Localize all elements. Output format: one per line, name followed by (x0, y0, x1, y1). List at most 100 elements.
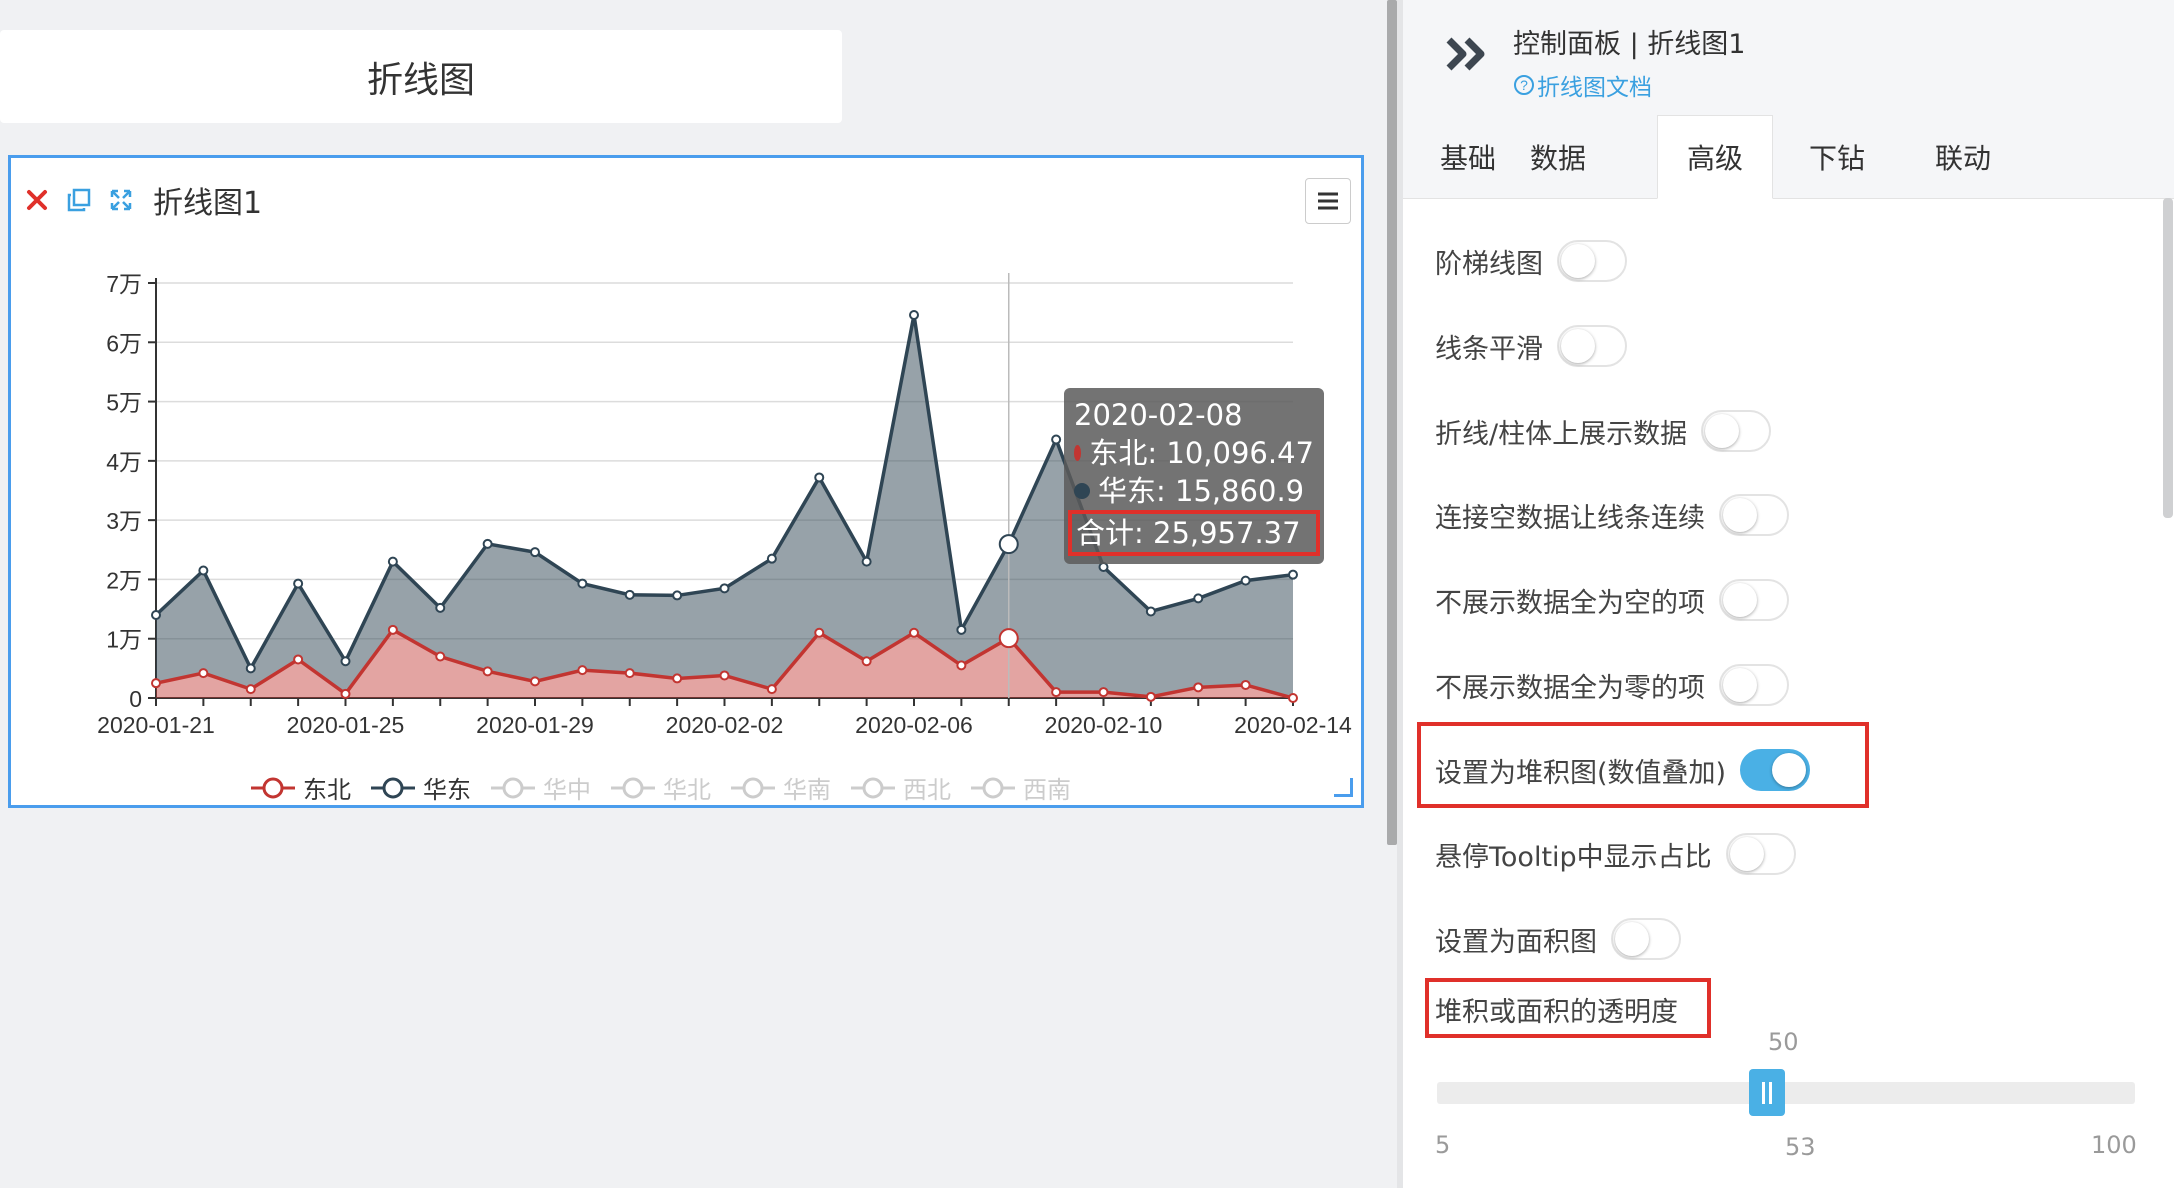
tab-label: 数据 (1529, 141, 1586, 175)
data-point-dongbei (293, 654, 304, 665)
setting-show-data-labels: 折线/柱体上展示数据 (1435, 410, 1772, 452)
data-point-dongbei (766, 684, 777, 695)
step-line-toggle[interactable] (1557, 240, 1627, 282)
connect-nulls-toggle[interactable] (1719, 494, 1789, 536)
setting-step-line: 阶梯线图 (1435, 240, 1627, 282)
data-point-dongbei (245, 684, 256, 695)
x-tick-label: 2020-02-02 (666, 712, 784, 738)
data-point-dongbei (435, 651, 446, 662)
data-point-huadong (814, 472, 825, 483)
y-tick-label: 4万 (106, 449, 142, 475)
data-point-dongbei (387, 624, 398, 635)
tooltip-dongbei-value: 东北: 10,096.47 (1089, 436, 1314, 470)
setting-hide-zero: 不展示数据全为零的项 (1435, 664, 1789, 706)
tooltip-row-huadong: 华东: 15,860.9 (1074, 472, 1314, 510)
data-point-huadong (482, 538, 493, 549)
area-toggle[interactable] (1611, 918, 1681, 960)
tab-drilldown[interactable]: 下钻 (1787, 115, 1887, 198)
setting-label: 阶梯线图 (1435, 248, 1543, 280)
canvas-area: 折线图 折线图1 0 1万 2万 3万 4万 5万 6万 7万 2020-01-21 2020-0… (0, 0, 1392, 1188)
data-point-huadong (1288, 569, 1298, 580)
data-point-huadong (861, 556, 872, 567)
resize-handle[interactable] (1334, 778, 1353, 797)
y-tick-label: 3万 (106, 508, 142, 534)
show-data-labels-toggle[interactable] (1701, 410, 1772, 452)
tab-basic[interactable]: 基础 (1423, 115, 1513, 198)
data-point-huadong (956, 624, 967, 635)
panel-title: 控制面板 | 折线图1 (1513, 29, 1746, 60)
chart-tooltip: 2020-02-08 东北: 10,096.47 华东: 15,860.9 合计… (1064, 388, 1324, 564)
opacity-slider-handle[interactable] (1749, 1069, 1785, 1116)
data-point-huadong (577, 578, 588, 589)
y-tick-label: 2万 (106, 567, 142, 593)
doc-link-label: 折线图文档 (1537, 75, 1652, 101)
data-point-huadong (198, 565, 209, 576)
data-point-dongbei (151, 678, 161, 689)
smooth-line-toggle[interactable] (1557, 325, 1627, 367)
legend-item[interactable]: 华东 (371, 770, 471, 805)
x-tick-label: 2020-01-21 (97, 712, 215, 738)
data-point-dongbei (577, 665, 588, 676)
data-point-huadong (245, 663, 256, 674)
legend-item[interactable]: 西北 (851, 770, 951, 805)
tab-linkage[interactable]: 联动 (1913, 115, 2013, 198)
tooltip-percent-toggle[interactable] (1725, 833, 1796, 875)
legend-label: 华中 (543, 776, 591, 804)
data-point-dongbei (624, 668, 635, 679)
canvas-scrollbar[interactable] (1387, 0, 1397, 845)
slider-value-label: 53 (1785, 1133, 1816, 1161)
tooltip-huadong-value: 华东: 15,860.9 (1098, 474, 1305, 508)
setting-opacity: 堆积或面积的透明度 (1435, 990, 1678, 1029)
data-point-huadong (1193, 593, 1204, 604)
legend-label: 西北 (903, 776, 951, 804)
data-point-dongbei (672, 673, 683, 684)
y-tick-label: 5万 (106, 390, 142, 416)
legend-item[interactable]: 华中 (491, 770, 591, 805)
hide-zero-toggle[interactable] (1719, 664, 1789, 706)
data-point-huadong (766, 553, 777, 564)
opacity-slider-track[interactable] (1437, 1082, 2135, 1104)
legend-item[interactable]: 西南 (971, 770, 1071, 805)
panel-tabs: 基础 数据 高级 下钻 联动 (1403, 115, 2174, 199)
opacity-label: 堆积或面积的透明度 (1435, 997, 1678, 1028)
legend-item[interactable]: 东北 (251, 770, 351, 805)
setting-label: 线条平滑 (1435, 333, 1543, 365)
panel-scrollbar[interactable] (2163, 198, 2173, 518)
data-point-dongbei (1193, 682, 1204, 693)
setting-label: 悬停Tooltip中显示占比 (1435, 841, 1712, 873)
svg-text:?: ? (1520, 77, 1528, 93)
tab-label: 高级 (1686, 142, 1743, 175)
data-point-dongbei (814, 627, 825, 638)
double-chevron-right-icon[interactable] (1445, 34, 1495, 78)
legend-item[interactable]: 华北 (611, 770, 711, 805)
page-title: 折线图 (366, 59, 475, 101)
x-tick-label: 2020-01-25 (287, 712, 405, 738)
setting-hide-empty: 不展示数据全为空的项 (1435, 579, 1789, 621)
setting-label: 折线/柱体上展示数据 (1435, 418, 1688, 450)
data-point-dongbei (998, 628, 1019, 649)
tab-label: 基础 (1439, 141, 1496, 175)
setting-label: 设置为面积图 (1435, 926, 1597, 958)
legend-marker-icon (731, 777, 775, 798)
legend-marker-icon (491, 777, 535, 798)
stacked-toggle[interactable] (1740, 749, 1811, 791)
data-point-dongbei (1145, 691, 1156, 702)
legend-marker-icon (611, 777, 655, 798)
data-point-dongbei (198, 668, 209, 679)
data-point-dongbei (956, 660, 967, 671)
tab-advanced[interactable]: 高级 (1657, 115, 1773, 199)
doc-link[interactable]: ? 折线图文档 (1513, 68, 1652, 102)
data-point-huadong (530, 547, 540, 558)
x-tick-label: 2020-02-14 (1234, 712, 1352, 738)
legend-item[interactable]: 华南 (731, 770, 831, 805)
tab-label: 下钻 (1808, 141, 1865, 175)
tooltip-total-value: 合计: 25,957.37 (1076, 516, 1301, 550)
data-point-dongbei (340, 688, 351, 699)
hide-empty-toggle[interactable] (1719, 579, 1789, 621)
legend-label: 华南 (783, 776, 831, 804)
chart-card[interactable]: 折线图1 0 1万 2万 3万 4万 5万 6万 7万 2020-01-21 2020-01-25… (8, 155, 1364, 808)
page-title-card[interactable]: 折线图 (0, 30, 842, 123)
legend-marker-icon (371, 777, 415, 798)
data-point-huadong (435, 602, 446, 613)
tab-data[interactable]: 数据 (1513, 115, 1603, 198)
